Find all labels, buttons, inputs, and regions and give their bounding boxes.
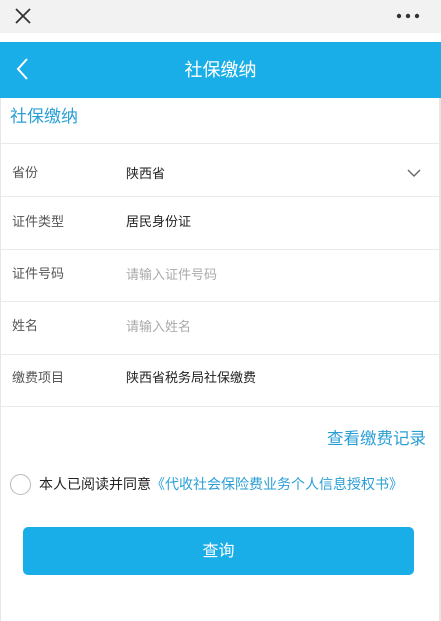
left-border bbox=[0, 98, 1, 621]
authorization-doc-link[interactable]: 《代收社会保险费业务个人信息授权书》 bbox=[151, 477, 403, 493]
id-type-label: 证件类型 bbox=[12, 215, 65, 230]
province-value[interactable]: 陕西省 bbox=[126, 163, 165, 187]
top-bar bbox=[0, 0, 441, 33]
payment-item-label: 缴费项目 bbox=[12, 371, 65, 386]
query-button[interactable]: 查询 bbox=[23, 527, 414, 575]
page-title: 社保缴纳 bbox=[184, 60, 257, 81]
more-options-icon[interactable] bbox=[395, 6, 421, 26]
divider bbox=[0, 301, 441, 302]
page-header: 社保缴纳 bbox=[0, 42, 441, 98]
agreement-text: 本人已阅读并同意《代收社会保险费业务个人信息授权书》 bbox=[39, 472, 403, 498]
divider bbox=[0, 406, 441, 407]
close-icon[interactable] bbox=[12, 5, 34, 27]
agreement-row: 本人已阅读并同意《代收社会保险费业务个人信息授权书》 bbox=[10, 472, 440, 498]
payment-item-value[interactable]: 陕西省税务局社保缴费 bbox=[126, 367, 256, 391]
divider bbox=[0, 354, 441, 355]
view-payment-records-link[interactable]: 查看缴费记录 bbox=[300, 426, 426, 452]
agreement-prefix: 本人已阅读并同意 bbox=[39, 477, 151, 493]
section-title: 社保缴纳 bbox=[10, 107, 78, 127]
chevron-down-icon[interactable] bbox=[406, 165, 422, 181]
divider bbox=[0, 196, 441, 197]
province-label: 省份 bbox=[12, 166, 39, 181]
id-number-label: 证件号码 bbox=[12, 267, 65, 282]
divider bbox=[0, 143, 441, 144]
agreement-radio[interactable] bbox=[10, 474, 31, 495]
id-type-value[interactable]: 居民身份证 bbox=[126, 211, 191, 235]
divider bbox=[0, 249, 441, 250]
name-label: 姓名 bbox=[12, 319, 39, 334]
id-number-input[interactable] bbox=[126, 262, 416, 288]
name-input[interactable] bbox=[126, 314, 416, 340]
